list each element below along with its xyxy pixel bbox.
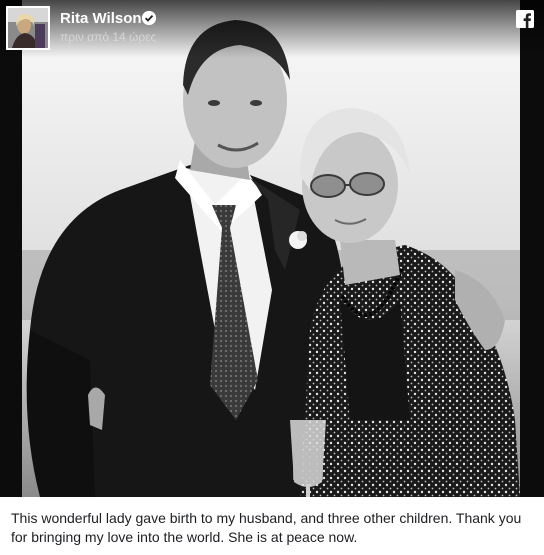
facebook-post-card: Rita Wilson πριν από 14 ώρες This wonder… — [0, 0, 544, 555]
post-photo[interactable] — [0, 0, 544, 497]
author-name[interactable]: Rita Wilson — [60, 10, 142, 28]
verified-check-icon — [142, 11, 156, 25]
post-timestamp[interactable]: πριν από 14 ώρες — [60, 30, 156, 44]
author-avatar[interactable] — [6, 6, 50, 50]
avatar-image — [8, 8, 48, 48]
post-caption: This wonderful lady gave birth to my hus… — [0, 497, 544, 555]
facebook-icon[interactable] — [516, 10, 534, 28]
photo-illustration — [0, 0, 544, 497]
post-header: Rita Wilson πριν από 14 ώρες — [0, 0, 544, 58]
